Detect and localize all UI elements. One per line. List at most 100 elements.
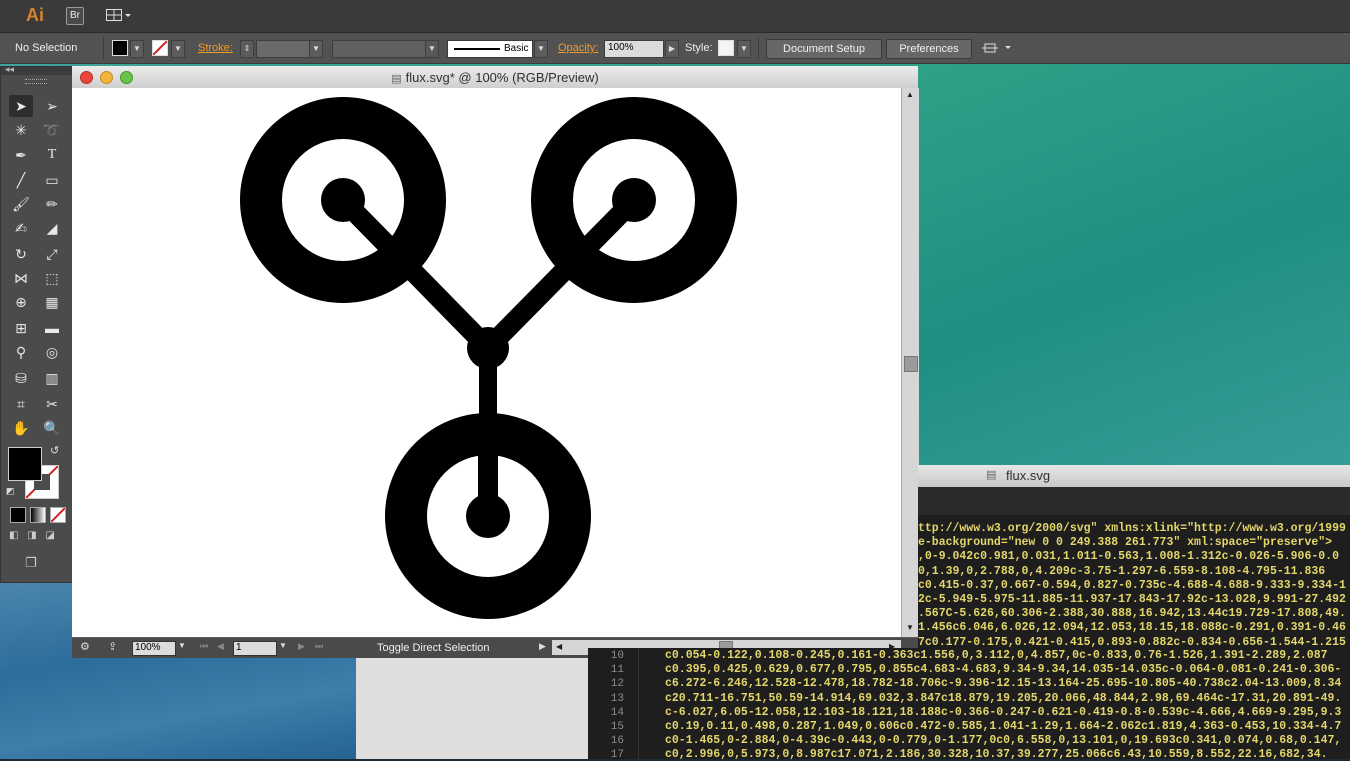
eraser-tool[interactable]: ◢ — [40, 217, 64, 239]
code-line[interactable]: 0,1.39,0,2.788,0,4.209c-3.75-1.297-6.559… — [918, 565, 1325, 578]
pencil-tool[interactable]: ✏ — [40, 193, 64, 215]
artboard[interactable] — [72, 88, 901, 637]
stroke-swatch[interactable] — [152, 40, 168, 56]
stroke-weight-stepper[interactable]: ⇕ — [240, 40, 254, 58]
first-artboard-icon[interactable]: ⏮ — [200, 641, 208, 652]
line-tool[interactable]: ╱ — [9, 169, 33, 191]
style-swatch[interactable] — [718, 40, 734, 56]
blob-brush-tool[interactable]: ✍ — [9, 217, 33, 239]
type-tool[interactable]: T — [40, 144, 64, 166]
bridge-button[interactable]: Br — [66, 7, 84, 25]
direct-selection-tool[interactable]: ➢ — [40, 95, 64, 117]
draw-normal-icon[interactable]: ◧ — [9, 530, 18, 541]
code-line[interactable]: c0.395,0.425,0.629,0.677,0.795,0.855c4.6… — [665, 663, 1341, 676]
gradient-tool[interactable]: ▬ — [40, 317, 64, 339]
blend-tool[interactable]: ◎ — [40, 341, 64, 363]
brush-dropdown[interactable]: ▼ — [534, 40, 548, 58]
lasso-tool[interactable]: ➰ — [40, 119, 64, 141]
next-artboard-icon[interactable]: ▶ — [298, 641, 305, 652]
code-line[interactable]: 7c0.177-0.175,0.421-0.415,0.893-0.882c-0… — [918, 636, 1346, 649]
magic-wand-tool[interactable]: ✳ — [9, 119, 33, 141]
status-menu-icon[interactable]: ▶ — [539, 641, 546, 652]
screen-mode-button[interactable]: ❐ — [25, 555, 47, 570]
drawing-modes[interactable]: ◧ ◨ ◪ — [9, 530, 65, 546]
eyedropper-tool[interactable]: ⚲ — [9, 341, 33, 363]
panel-grip[interactable] — [25, 79, 47, 84]
share-icon[interactable]: ⇪ — [108, 640, 117, 653]
draw-inside-icon[interactable]: ◪ — [45, 530, 54, 541]
shape-builder-tool[interactable]: ⊕ — [9, 291, 33, 313]
vertical-scrollbar[interactable]: ▲ ▼ — [901, 88, 919, 637]
brush-definition[interactable]: Basic — [447, 40, 533, 58]
code-line[interactable]: c6.272-6.246,12.528-12.478,18.782-18.706… — [665, 677, 1341, 690]
document-setup-button[interactable]: Document Setup — [766, 39, 882, 59]
color-mode-button[interactable] — [10, 507, 26, 523]
code-line[interactable]: 1.456c6.046,6.026,12.094,12.053,18.15,18… — [918, 621, 1346, 634]
code-line[interactable]: e-background="new 0 0 249.388 261.773" x… — [918, 536, 1332, 549]
flux-capacitor-artwork[interactable] — [72, 88, 901, 637]
mesh-tool[interactable]: ⊞ — [9, 317, 33, 339]
arrange-documents-button[interactable] — [106, 8, 132, 22]
previous-artboard-icon[interactable]: ◀ — [217, 641, 224, 652]
display-options-icon[interactable]: ⚙ — [80, 640, 90, 653]
paintbrush-tool[interactable]: 🖌 — [9, 193, 33, 215]
column-graph-tool[interactable]: ▥ — [40, 367, 64, 389]
code-line[interactable]: ,0-9.042c0.981,0.031,1.011-0.563,1.008-1… — [918, 550, 1339, 563]
scroll-left-icon[interactable]: ◀ — [556, 642, 562, 651]
code-line[interactable]: 2c-5.949-5.975-11.885-11.937-17.843-17.9… — [918, 593, 1346, 606]
scroll-up-icon[interactable]: ▲ — [906, 90, 914, 99]
style-dropdown[interactable]: ▼ — [737, 40, 751, 58]
stroke-weight-field[interactable] — [256, 40, 310, 58]
rotate-tool[interactable]: ↻ — [9, 243, 33, 265]
document-titlebar[interactable]: ▤ flux.svg* @ 100% (RGB/Preview) — [72, 66, 918, 89]
opacity-field[interactable]: 100% — [604, 40, 664, 58]
right-arm-inner[interactable] — [567, 192, 642, 268]
fill-dropdown[interactable]: ▼ — [130, 40, 144, 58]
bottom-node[interactable] — [466, 494, 510, 538]
selection-tool[interactable]: ➤ — [9, 95, 33, 117]
collapse-icon[interactable]: ◂◂ — [5, 64, 14, 75]
status-text[interactable]: Toggle Direct Selection — [377, 642, 490, 654]
draw-behind-icon[interactable]: ◨ — [27, 530, 36, 541]
artboard-number-field[interactable]: 1 — [233, 641, 277, 656]
left-arm-inner[interactable] — [335, 192, 410, 268]
code-line[interactable]: ttp://www.w3.org/2000/svg" xmlns:xlink="… — [918, 522, 1346, 535]
panel-header[interactable]: ◂◂ — [1, 64, 72, 75]
gradient-mode-button[interactable] — [30, 507, 46, 523]
code-line[interactable]: c0.415-0.37,0.667-0.594,0.827-0.735c-4.6… — [918, 579, 1346, 592]
rectangle-tool[interactable]: ▭ — [40, 169, 64, 191]
code-line[interactable]: c0.19,0.11,0.498,0.287,1.049,0.606c0.472… — [665, 720, 1341, 733]
preferences-button[interactable]: Preferences — [886, 39, 972, 59]
swap-fill-stroke-icon[interactable]: ↺ — [50, 444, 59, 457]
code-editor-titlebar[interactable]: ▤ flux.svg — [918, 465, 1350, 488]
zoom-dropdown-icon[interactable]: ▼ — [178, 641, 186, 650]
last-artboard-icon[interactable]: ⏭ — [315, 641, 323, 652]
hand-tool[interactable]: ✋ — [9, 417, 33, 439]
scroll-thumb[interactable] — [904, 356, 918, 372]
code-content[interactable]: ttp://www.w3.org/2000/svg" xmlns:xlink="… — [918, 522, 1350, 652]
slice-tool[interactable]: ✂ — [40, 393, 64, 415]
none-mode-button[interactable] — [50, 507, 66, 523]
code-line[interactable]: c0-1.465,0-2.884,0-4.39c-0.443,0-0.779,0… — [665, 734, 1341, 747]
arrange-panel-button[interactable] — [982, 41, 1012, 55]
code-line[interactable]: c0,2.996,0,5.973,0,8.987c17.071,2.186,30… — [665, 748, 1328, 761]
zoom-tool[interactable]: 🔍 — [40, 417, 64, 439]
code-line[interactable]: .567C-5.626,60.306-2.388,30.888,16.942,1… — [918, 607, 1346, 620]
code-line[interactable]: c20.711-16.751,50.59-14.914,69.032,3.847… — [665, 692, 1341, 705]
stroke-swatch-dropdown[interactable]: ▼ — [171, 40, 185, 58]
code-editor-lines[interactable]: 10 c0.054-0.122,0.108-0.245,0.161-0.363c1… — [588, 648, 1350, 761]
default-fill-stroke-icon[interactable]: ◩ — [6, 486, 15, 497]
stem-upper[interactable] — [479, 348, 497, 420]
scale-tool[interactable]: ⤢ — [40, 243, 64, 265]
variable-width-profile[interactable] — [332, 40, 426, 58]
scroll-down-icon[interactable]: ▼ — [906, 623, 914, 632]
free-transform-tool[interactable]: ⬚ — [40, 267, 64, 289]
fill-swatch[interactable] — [112, 40, 128, 56]
width-tool[interactable]: ⋈ — [9, 267, 33, 289]
stroke-weight-dropdown[interactable]: ▼ — [309, 40, 323, 58]
symbol-sprayer-tool[interactable]: ⛁ — [9, 367, 33, 389]
code-line[interactable]: c0.054-0.122,0.108-0.245,0.161-0.363c1.5… — [665, 649, 1328, 662]
code-line[interactable]: c-6.027,6.05-12.058,12.103-18.121,18.188… — [665, 706, 1341, 719]
variable-width-dropdown[interactable]: ▼ — [425, 40, 439, 58]
stroke-label[interactable]: Stroke: — [198, 42, 233, 54]
